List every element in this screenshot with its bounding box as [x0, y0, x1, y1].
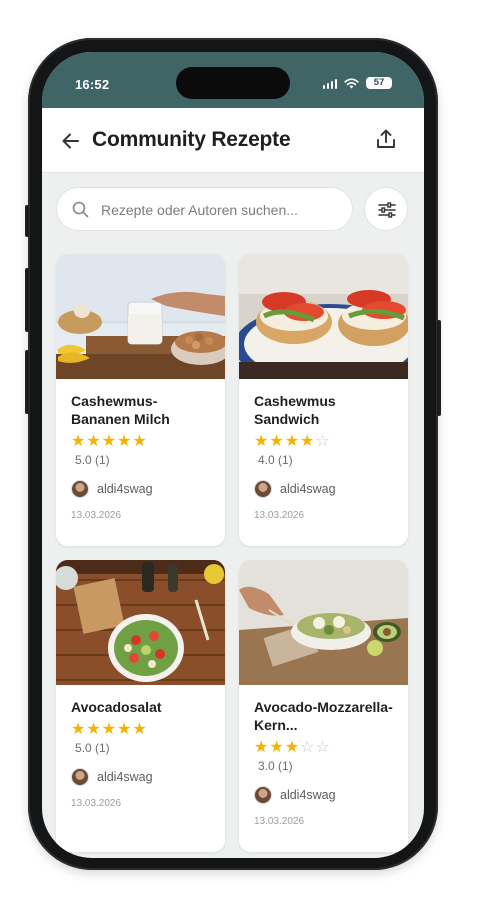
star-filled-icon: ★ [254, 433, 269, 450]
star-empty-icon: ☆ [315, 433, 330, 450]
back-button[interactable] [60, 130, 82, 152]
rating-text: 3.0 (1) [258, 759, 293, 773]
recipe-image-milk [56, 254, 225, 379]
avatar [254, 480, 272, 498]
star-filled-icon: ★ [86, 721, 101, 738]
recipe-title: Avocadosalat [71, 699, 162, 715]
search-input[interactable] [99, 199, 343, 221]
recipe-date: 13.03.2026 [254, 510, 305, 521]
side-button-power [437, 320, 441, 416]
star-filled-icon: ★ [269, 739, 284, 756]
rating-text: 4.0 (1) [258, 453, 293, 467]
star-filled-icon: ★ [132, 721, 147, 738]
arrow-left-icon [62, 133, 79, 149]
recipe-card-cashewmus-sandwich[interactable]: Cashewmus Sandwich ★ ★ ★ ★ ☆ 4.0 (1) aldi4sw… [239, 254, 408, 546]
star-filled-icon: ★ [132, 433, 147, 450]
avatar [254, 786, 272, 804]
search-bar[interactable] [56, 187, 353, 231]
star-filled-icon: ★ [101, 433, 117, 450]
author-name: aldi4swag [97, 770, 153, 784]
author-name: aldi4swag [280, 482, 336, 496]
recipe-image-avocado-bowl [239, 560, 408, 685]
star-filled-icon: ★ [269, 433, 284, 450]
search-icon [72, 201, 89, 218]
author-row[interactable]: aldi4swag [71, 768, 210, 786]
screen: 16:52 57 Community Rezepte Rezepte oder … [42, 52, 424, 858]
signal-icon [322, 78, 337, 89]
dynamic-island [176, 67, 290, 99]
filter-button[interactable] [364, 187, 408, 231]
star-filled-icon: ★ [284, 739, 300, 756]
avatar [71, 480, 89, 498]
recipe-title: Cashewmus-Bananen Milch [71, 393, 170, 427]
star-filled-icon: ★ [101, 721, 117, 738]
star-filled-icon: ★ [254, 739, 269, 756]
star-filled-icon: ★ [86, 433, 101, 450]
star-rating: ★ ★ ★ ★ ☆ [254, 434, 393, 450]
author-row[interactable]: aldi4swag [254, 786, 393, 804]
avatar [71, 768, 89, 786]
status-time: 16:52 [75, 77, 110, 92]
recipe-date: 13.03.2026 [254, 816, 305, 827]
star-filled-icon: ★ [284, 433, 300, 450]
page-title: Community Rezepte [92, 128, 291, 151]
author-row[interactable]: aldi4swag [71, 480, 210, 498]
author-name: aldi4swag [280, 788, 336, 802]
recipe-image-salad [56, 560, 225, 685]
status-icons: 57 [322, 77, 392, 89]
wifi-icon [344, 77, 359, 89]
recipe-card-avocado-mozzarella[interactable]: Avocado-Mozzarella-Kern... ★ ★ ★ ☆ ☆ 3.0 (1)… [239, 560, 408, 852]
star-filled-icon: ★ [71, 721, 86, 738]
app-header: Community Rezepte [42, 108, 424, 173]
star-empty-icon: ☆ [315, 739, 330, 756]
rating-text: 5.0 (1) [75, 741, 110, 755]
star-filled-icon: ★ [117, 433, 132, 450]
star-empty-icon: ☆ [300, 739, 315, 756]
recipe-title: Avocado-Mozzarella-Kern... [254, 699, 393, 733]
battery-indicator: 57 [366, 77, 392, 89]
status-bar: 16:52 57 [42, 52, 424, 108]
star-filled-icon: ★ [300, 433, 315, 450]
share-icon [377, 129, 395, 148]
side-button-volume-up [25, 268, 29, 332]
recipe-image-sandwich [239, 254, 408, 379]
share-button[interactable] [374, 127, 398, 151]
recipe-title: Cashewmus Sandwich [254, 393, 336, 427]
author-row[interactable]: aldi4swag [254, 480, 393, 498]
author-name: aldi4swag [97, 482, 153, 496]
star-filled-icon: ★ [71, 433, 86, 450]
recipe-date: 13.03.2026 [71, 798, 122, 809]
side-button-volume-down [25, 350, 29, 414]
side-button-action [25, 205, 29, 237]
recipe-card-avocadosalat[interactable]: Avocadosalat ★ ★ ★ ★ ★ 5.0 (1) aldi4swag 13.… [56, 560, 225, 852]
sliders-icon [378, 202, 396, 218]
star-rating: ★ ★ ★ ★ ★ [71, 722, 210, 738]
rating-text: 5.0 (1) [75, 453, 110, 467]
recipe-date: 13.03.2026 [71, 510, 122, 521]
star-filled-icon: ★ [117, 721, 132, 738]
star-rating: ★ ★ ★ ☆ ☆ [254, 740, 393, 756]
star-rating: ★ ★ ★ ★ ★ [71, 434, 210, 450]
recipe-card-cashewmus-bananen-milch[interactable]: Cashewmus-Bananen Milch ★ ★ ★ ★ ★ 5.0 (1) al… [56, 254, 225, 546]
